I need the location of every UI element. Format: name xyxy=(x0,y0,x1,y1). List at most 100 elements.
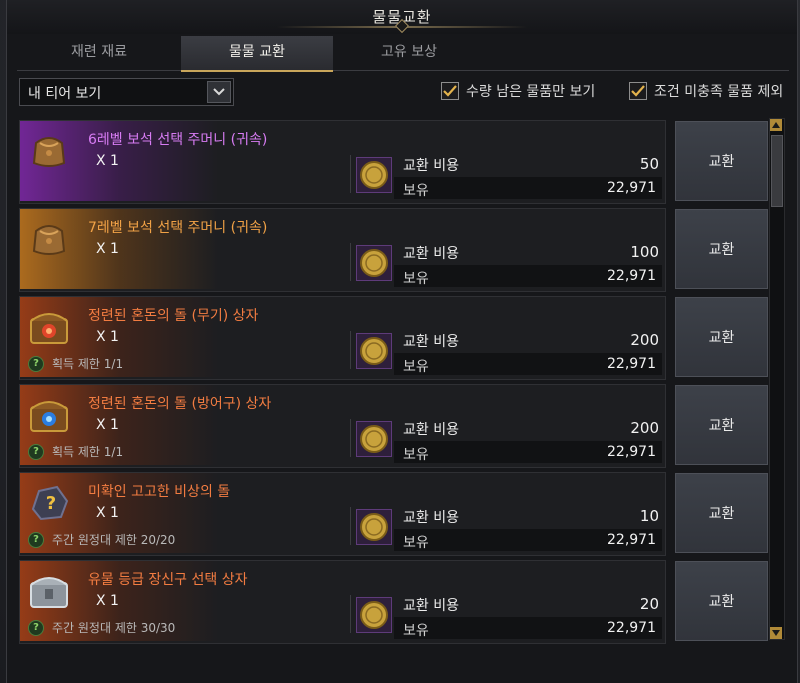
tier-dropdown[interactable]: 내 티어 보기 xyxy=(19,78,234,106)
question-icon[interactable]: ? xyxy=(28,531,44,548)
exchange-button[interactable]: 교환 xyxy=(675,121,768,201)
cost-value: 200 xyxy=(630,419,659,437)
cost-label: 교환 비용 xyxy=(403,510,459,526)
owned-bar: 보유 22,971 xyxy=(394,265,662,287)
cost-value: 50 xyxy=(639,155,659,173)
item-quantity: X 1 xyxy=(96,329,119,345)
owned-value: 22,971 xyxy=(607,268,656,284)
owned-bar: 보유 22,971 xyxy=(394,441,662,463)
coin-icon xyxy=(356,597,392,633)
coin-icon xyxy=(356,245,392,281)
scrollbar[interactable] xyxy=(769,118,785,640)
owned-label: 보유 xyxy=(403,535,429,551)
owned-label: 보유 xyxy=(403,183,429,199)
barter-item-list: 6레벨 보석 선택 주머니 (귀속) X 1 교환 비용 50 보유 22,97… xyxy=(19,118,768,683)
exclude-unmet-label: 조건 미충족 물품 제외 xyxy=(654,84,784,100)
owned-bar: 보유 22,971 xyxy=(394,617,662,639)
list-item: ? 미확인 고고한 비상의 돌 X 1 ? 주간 원정대 제한 20/20 교환… xyxy=(19,472,768,556)
divider xyxy=(350,243,351,281)
owned-value: 22,971 xyxy=(607,356,656,372)
owned-bar: 보유 22,971 xyxy=(394,529,662,551)
exchange-button[interactable]: 교환 xyxy=(675,297,768,377)
exchange-button[interactable]: 교환 xyxy=(675,561,768,641)
item-panel: 7레벨 보석 선택 주머니 (귀속) X 1 교환 비용 100 보유 22,9… xyxy=(19,208,666,292)
svg-text:?: ? xyxy=(46,493,56,514)
coin-icon xyxy=(356,333,392,369)
tab-refining-materials[interactable]: 재련 재료 xyxy=(23,36,175,70)
scroll-up-icon[interactable] xyxy=(770,119,782,131)
coin-icon xyxy=(356,509,392,545)
silver-chest-icon xyxy=(26,567,72,613)
chest-red-icon xyxy=(26,303,72,349)
cost-label: 교환 비용 xyxy=(403,422,459,438)
divider xyxy=(350,331,351,369)
weekly-limit: ? 주간 원정대 제한 20/20 xyxy=(28,531,175,548)
owned-value: 22,971 xyxy=(607,532,656,548)
item-quantity: X 1 xyxy=(96,593,119,609)
scroll-thumb[interactable] xyxy=(771,135,783,207)
coin-icon xyxy=(356,157,392,193)
divider xyxy=(350,595,351,633)
question-icon[interactable]: ? xyxy=(28,619,44,636)
owned-label: 보유 xyxy=(403,623,429,639)
owned-label: 보유 xyxy=(403,359,429,375)
weekly-limit-text: 주간 원정대 제한 30/30 xyxy=(52,621,176,635)
owned-label: 보유 xyxy=(403,271,429,287)
item-panel: 유물 등급 장신구 선택 상자 X 1 ? 주간 원정대 제한 30/30 교환… xyxy=(19,560,666,644)
owned-bar: 보유 22,971 xyxy=(394,353,662,375)
tab-unique-rewards[interactable]: 고유 보상 xyxy=(333,36,485,70)
divider xyxy=(350,419,351,457)
remaining-only-label: 수량 남은 물품만 보기 xyxy=(466,84,596,100)
scroll-down-icon[interactable] xyxy=(770,627,782,639)
pouch-icon xyxy=(26,127,72,173)
cost-value: 20 xyxy=(639,595,659,613)
exchange-button[interactable]: 교환 xyxy=(675,209,768,289)
weekly-limit: ? 주간 원정대 제한 30/30 xyxy=(28,619,175,636)
item-panel: 정련된 혼돈의 돌 (무기) 상자 X 1 ? 획득 제한 1/1 교환 비용 … xyxy=(19,296,666,380)
remaining-only-filter[interactable]: 수량 남은 물품만 보기 xyxy=(441,81,595,101)
item-quantity: X 1 xyxy=(96,241,119,257)
weekly-limit-text: 주간 원정대 제한 20/20 xyxy=(52,533,176,547)
barter-window: 물물교환 재련 재료 물물 교환 고유 보상 내 티어 보기 수량 남은 물품만… xyxy=(6,0,798,683)
title-bar: 물물교환 xyxy=(7,0,797,34)
tier-dropdown-value: 내 티어 보기 xyxy=(28,86,102,102)
owned-value: 22,971 xyxy=(607,444,656,460)
question-icon[interactable]: ? xyxy=(28,443,44,460)
item-name: 6레벨 보석 선택 주머니 (귀속) xyxy=(88,132,268,148)
remaining-only-checkbox[interactable] xyxy=(441,82,459,100)
list-item: 유물 등급 장신구 선택 상자 X 1 ? 주간 원정대 제한 30/30 교환… xyxy=(19,560,768,644)
item-name: 정련된 혼돈의 돌 (방어구) 상자 xyxy=(88,396,272,412)
acquire-limit-text: 획득 제한 1/1 xyxy=(52,445,124,459)
cost-value: 10 xyxy=(639,507,659,525)
item-quantity: X 1 xyxy=(96,153,119,169)
item-quantity: X 1 xyxy=(96,417,119,433)
item-name: 정련된 혼돈의 돌 (무기) 상자 xyxy=(88,308,259,324)
item-panel: 6레벨 보석 선택 주머니 (귀속) X 1 교환 비용 50 보유 22,97… xyxy=(19,120,666,204)
exclude-unmet-checkbox[interactable] xyxy=(629,82,647,100)
exclude-unmet-filter[interactable]: 조건 미충족 물품 제외 xyxy=(629,81,783,101)
list-item: 정련된 혼돈의 돌 (방어구) 상자 X 1 ? 획득 제한 1/1 교환 비용… xyxy=(19,384,768,468)
question-icon[interactable]: ? xyxy=(28,355,44,372)
filter-row: 내 티어 보기 수량 남은 물품만 보기 조건 미충족 물품 제외 xyxy=(19,78,791,106)
owned-label: 보유 xyxy=(403,447,429,463)
cost-label: 교환 비용 xyxy=(403,598,459,614)
cost-label: 교환 비용 xyxy=(403,334,459,350)
owned-value: 22,971 xyxy=(607,620,656,636)
divider xyxy=(350,155,351,193)
mystery-stone-icon: ? xyxy=(26,479,72,525)
acquire-limit: ? 획득 제한 1/1 xyxy=(28,443,123,460)
owned-value: 22,971 xyxy=(607,180,656,196)
item-panel: ? 미확인 고고한 비상의 돌 X 1 ? 주간 원정대 제한 20/20 교환… xyxy=(19,472,666,556)
chevron-down-icon[interactable] xyxy=(207,81,231,103)
exchange-button[interactable]: 교환 xyxy=(675,473,768,553)
acquire-limit: ? 획득 제한 1/1 xyxy=(28,355,123,372)
item-name: 유물 등급 장신구 선택 상자 xyxy=(88,572,248,588)
exchange-button[interactable]: 교환 xyxy=(675,385,768,465)
list-item: 7레벨 보석 선택 주머니 (귀속) X 1 교환 비용 100 보유 22,9… xyxy=(19,208,768,292)
item-quantity: X 1 xyxy=(96,505,119,521)
owned-bar: 보유 22,971 xyxy=(394,177,662,199)
tab-barter[interactable]: 물물 교환 xyxy=(181,36,333,72)
list-item: 정련된 혼돈의 돌 (무기) 상자 X 1 ? 획득 제한 1/1 교환 비용 … xyxy=(19,296,768,380)
cost-value: 200 xyxy=(630,331,659,349)
chest-blue-icon xyxy=(26,391,72,437)
